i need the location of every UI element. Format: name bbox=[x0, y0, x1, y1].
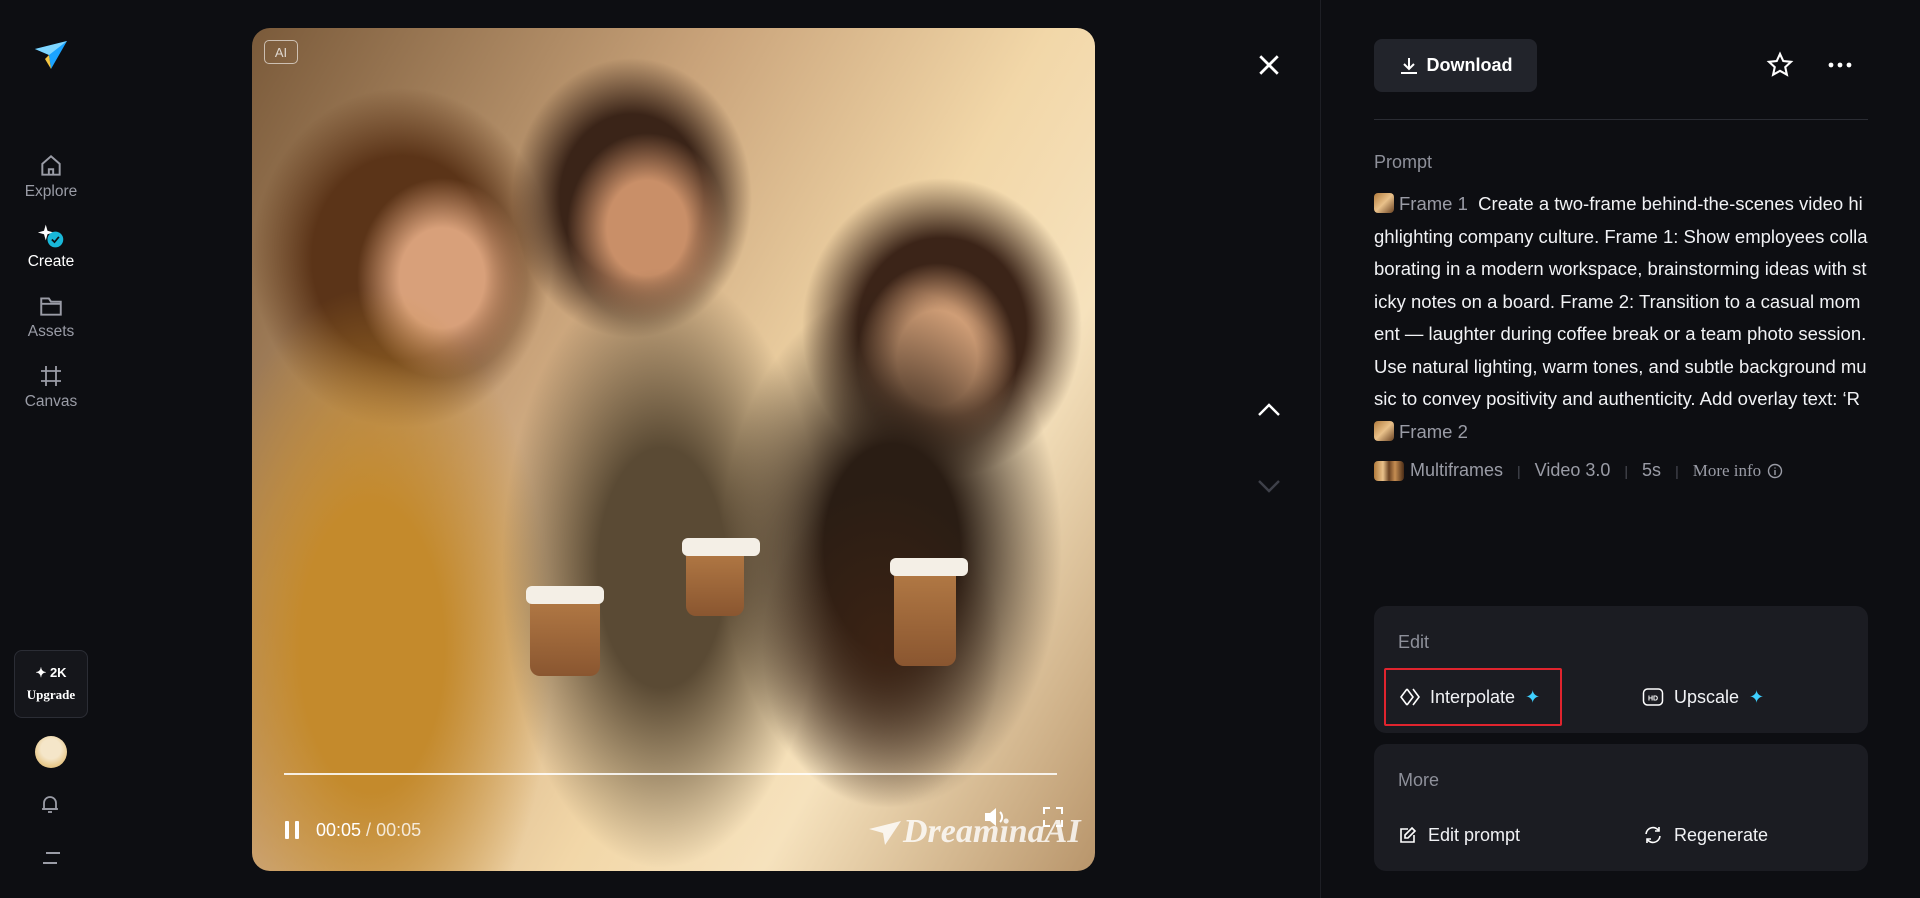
meta-type: Multiframes bbox=[1410, 460, 1504, 480]
canvas-icon bbox=[37, 362, 65, 390]
meta-separator: | bbox=[1675, 462, 1679, 479]
ai-badge: AI bbox=[264, 40, 298, 64]
previous-item-button[interactable] bbox=[1256, 402, 1282, 423]
dreamina-logo[interactable] bbox=[33, 35, 69, 71]
frame2-chip[interactable]: Frame 2 bbox=[1374, 420, 1468, 442]
sidebar: Explore Create Assets Canvas ✦ 2K Upgrad… bbox=[0, 0, 102, 898]
regenerate-button[interactable]: Regenerate bbox=[1642, 806, 1768, 864]
time-current: 00:05 bbox=[316, 819, 362, 840]
app-root: Explore Create Assets Canvas ✦ 2K Upgrad… bbox=[0, 0, 1920, 898]
svg-text:HD: HD bbox=[1648, 696, 1658, 703]
upgrade-button[interactable]: ✦ 2K Upgrade bbox=[14, 650, 88, 718]
sidebar-item-label: Create bbox=[27, 253, 75, 270]
folder-icon bbox=[37, 292, 65, 320]
edit-card: Edit Interpolate ✦ HD Upscale ✦ bbox=[1374, 606, 1868, 733]
video-controls: 00:05 / 00:05 bbox=[280, 818, 421, 842]
home-icon bbox=[37, 152, 65, 180]
info-icon bbox=[1767, 463, 1783, 478]
frame-thumbnail bbox=[1374, 420, 1394, 441]
sidebar-item-label: Explore bbox=[24, 183, 78, 200]
sidebar-item-explore[interactable]: Explore bbox=[0, 152, 102, 201]
time-separator: / bbox=[361, 819, 377, 840]
bell-icon[interactable] bbox=[38, 792, 62, 821]
interpolate-button[interactable]: Interpolate ✦ bbox=[1384, 668, 1563, 726]
avatar[interactable] bbox=[35, 736, 67, 768]
details-panel: Download Prompt Frame 1 Create a two-fra… bbox=[1374, 0, 1868, 898]
video-player[interactable]: AI 00:05 / 00:05 DreaminaAI bbox=[252, 28, 1095, 871]
time-total: 00:05 bbox=[376, 819, 422, 840]
interpolate-icon bbox=[1400, 688, 1420, 706]
regenerate-icon bbox=[1645, 826, 1661, 844]
meta-duration: 5s bbox=[1642, 460, 1662, 480]
upscale-label: Upscale bbox=[1674, 686, 1740, 707]
panel-divider bbox=[1320, 0, 1321, 898]
edit-prompt-button[interactable]: Edit prompt bbox=[1398, 806, 1520, 864]
video-time: 00:05 / 00:05 bbox=[316, 820, 421, 841]
chevron-up-icon bbox=[1258, 403, 1280, 416]
more-options-icon[interactable] bbox=[1828, 56, 1852, 74]
edit-prompt-icon bbox=[1400, 826, 1417, 843]
fullscreen-icon[interactable] bbox=[1042, 806, 1064, 833]
frame1-label: Frame 1 bbox=[1399, 193, 1468, 214]
download-label: Download bbox=[1426, 55, 1513, 75]
frame-thumbnail bbox=[1374, 193, 1394, 213]
coffee-cup bbox=[526, 586, 604, 676]
meta-separator: | bbox=[1624, 462, 1629, 479]
sparkle-icon: ✦ bbox=[1525, 686, 1541, 707]
generation-meta: Multiframes | Video 3.0 | 5s | More info bbox=[1374, 460, 1783, 481]
chevron-down-icon bbox=[1258, 480, 1280, 493]
download-button[interactable]: Download bbox=[1374, 39, 1537, 92]
multiframes-thumbnail bbox=[1374, 460, 1404, 481]
meta-model: Video 3.0 bbox=[1534, 460, 1611, 480]
upgrade-label: Upgrade bbox=[26, 687, 76, 702]
sidebar-item-create[interactable]: Create bbox=[0, 222, 102, 271]
credits-count: ✦ 2K bbox=[35, 665, 67, 680]
frame1-chip[interactable]: Frame 1 bbox=[1374, 193, 1468, 214]
more-title: More bbox=[1398, 770, 1440, 790]
regenerate-label: Regenerate bbox=[1674, 824, 1769, 845]
coffee-cup bbox=[890, 558, 968, 666]
hd-icon: HD bbox=[1642, 688, 1664, 706]
volume-icon[interactable] bbox=[982, 805, 1008, 834]
favorite-star-icon[interactable] bbox=[1766, 51, 1794, 84]
meta-separator: | bbox=[1517, 462, 1521, 479]
edit-prompt-label: Edit prompt bbox=[1428, 824, 1521, 845]
next-item-button[interactable] bbox=[1256, 478, 1282, 499]
frame2-label: Frame 2 bbox=[1399, 420, 1468, 442]
panel-separator bbox=[1374, 119, 1868, 120]
more-card: More Edit prompt Regenerate bbox=[1374, 744, 1868, 871]
sidebar-item-canvas[interactable]: Canvas bbox=[0, 362, 102, 411]
sidebar-item-assets[interactable]: Assets bbox=[0, 292, 102, 341]
interpolate-label: Interpolate bbox=[1430, 686, 1516, 707]
prompt-heading: Prompt bbox=[1374, 152, 1433, 172]
download-icon bbox=[1400, 57, 1417, 74]
menu-icon[interactable] bbox=[42, 850, 62, 871]
close-icon bbox=[1259, 55, 1279, 75]
pause-icon bbox=[285, 821, 299, 839]
upscale-button[interactable]: HD Upscale ✦ bbox=[1642, 668, 1764, 726]
pause-button[interactable] bbox=[280, 818, 304, 842]
sparkle-icon: ✦ bbox=[1749, 686, 1765, 707]
prompt-body: Create a two-frame behind-the-scenes vid… bbox=[1374, 193, 1868, 409]
prompt-text: Frame 1 Create a two-frame behind-the-sc… bbox=[1374, 188, 1868, 448]
sidebar-item-label: Canvas bbox=[24, 393, 78, 410]
watermark-logo-icon bbox=[869, 821, 901, 845]
create-icon bbox=[37, 222, 65, 250]
coffee-cup bbox=[682, 538, 760, 616]
edit-title: Edit bbox=[1398, 632, 1430, 652]
video-progress-bar[interactable] bbox=[284, 773, 1057, 775]
close-button[interactable] bbox=[1254, 50, 1284, 85]
sidebar-item-label: Assets bbox=[27, 323, 75, 340]
more-info-link[interactable]: More info bbox=[1693, 461, 1783, 481]
more-info-label: More info bbox=[1692, 460, 1762, 480]
